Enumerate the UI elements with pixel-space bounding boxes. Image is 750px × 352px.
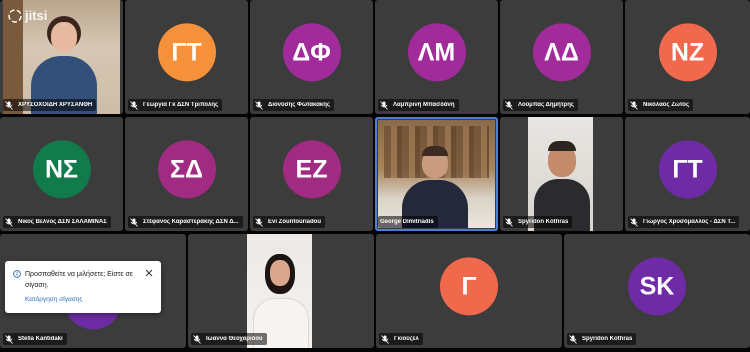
avatar: ΕΖ <box>282 140 341 199</box>
name-label: ΧΡΥΣΟΧΟΪΔΗ ΧΡΥΣΑΝΘΗ <box>3 99 97 111</box>
name-label: Λαμπρινή Μπασδάνη <box>378 99 459 111</box>
avatar: ΛΜ <box>407 23 466 82</box>
participant-tile[interactable]: ΓΤ Γεωργια Γκ ΔΣΝ Τριπολης <box>125 0 248 114</box>
avatar: ΓΤ <box>157 23 216 82</box>
mic-muted-icon <box>130 100 138 110</box>
mic-muted-icon <box>505 217 513 227</box>
unmute-link[interactable]: Κατάργηση σίγασης <box>25 296 82 303</box>
info-icon <box>13 270 21 278</box>
mic-muted-icon <box>255 217 263 227</box>
name-label: Evi Zountouriadou <box>253 216 325 228</box>
name-label: Stella Kantidaki <box>3 333 67 345</box>
jitsi-logo-icon <box>8 8 22 23</box>
participant-tile[interactable]: ΕΖ Evi Zountouriadou <box>250 117 373 231</box>
mic-muted-icon <box>193 334 201 344</box>
participant-video <box>247 234 312 348</box>
participant-tile[interactable]: Ιωαννα Θεοχαριδου <box>188 234 374 348</box>
mic-muted-icon <box>130 217 138 227</box>
participant-tile[interactable]: ΛΜ Λαμπρινή Μπασδάνη <box>375 0 498 114</box>
avatar: ΓΤ <box>658 140 717 199</box>
avatar: ΣΔ <box>157 140 216 199</box>
participant-tile[interactable]: ΝΣ Νικος Βελνος ΔΣΝ ΣΑΛΑΜΙΝΑΣ <box>0 117 123 231</box>
name-label: Νικόλαος Ζώτος <box>628 99 694 111</box>
avatar: ΝΣ <box>32 140 91 199</box>
mic-muted-icon <box>5 217 13 227</box>
jitsi-logo: jitsi <box>8 8 47 23</box>
participant-video <box>378 120 495 228</box>
mic-muted-icon <box>630 217 638 227</box>
avatar: Γ <box>440 257 498 316</box>
name-label: Διονύσης Φωτακάκης <box>253 99 335 111</box>
name-label: Spyridon Kothras <box>503 216 573 228</box>
close-icon[interactable] <box>145 269 153 277</box>
name-label: Γεωργια Γκ ΔΣΝ Τριπολης <box>128 99 223 111</box>
name-label: Γκιούζελ <box>379 333 423 345</box>
name-label: Στέφανος Καραστεράκης ΔΣΝ Δ... <box>128 216 243 228</box>
name-label: Νικος Βελνος ΔΣΝ ΣΑΛΑΜΙΝΑΣ <box>3 216 111 228</box>
participant-tile[interactable]: SK Spyridon Kothras <box>564 234 750 348</box>
mic-muted-icon <box>380 100 388 110</box>
muted-notification: Προσπαθείτε να μιλήσετε; Είστε σε σίγαση… <box>5 261 161 313</box>
mic-muted-icon <box>381 334 389 344</box>
name-label: Γιώργος Χρυσόμαλλος - ΔΣΝ Τ... <box>628 216 740 228</box>
avatar: ΛΔ <box>532 23 591 82</box>
name-label: Spyridon Kothras <box>567 333 637 345</box>
participant-tile[interactable]: ΣΔ Στέφανος Καραστεράκης ΔΣΝ Δ... <box>125 117 248 231</box>
mic-muted-icon <box>569 334 577 344</box>
mic-muted-icon <box>505 100 513 110</box>
name-label: Ιωαννα Θεοχαριδου <box>191 333 267 345</box>
participant-tile[interactable]: Γ Γκιούζελ <box>376 234 562 348</box>
mic-muted-icon <box>5 100 13 110</box>
participant-tile[interactable]: ΓΤ Γιώργος Χρυσόμαλλος - ΔΣΝ Τ... <box>625 117 750 231</box>
name-label: George Dimitriadis <box>378 216 438 228</box>
participant-tile[interactable]: Spyridon Kothras <box>500 117 623 231</box>
logo-text: jitsi <box>25 8 48 23</box>
avatar: SK <box>628 257 686 316</box>
mic-muted-icon <box>255 100 263 110</box>
name-label: Λούμπας Δημήτρης <box>503 99 578 111</box>
participant-tile[interactable]: ΔΦ Διονύσης Φωτακάκης <box>250 0 373 114</box>
participant-tile-active-speaker[interactable]: George Dimitriadis <box>375 117 498 231</box>
participant-tile[interactable]: ΝΖ Νικόλαος Ζώτος <box>625 0 750 114</box>
avatar: ΝΖ <box>658 23 717 82</box>
mic-muted-icon <box>630 100 638 110</box>
mic-muted-icon <box>5 334 13 344</box>
participant-tile[interactable]: ΛΔ Λούμπας Δημήτρης <box>500 0 623 114</box>
avatar: ΔΦ <box>282 23 341 82</box>
notification-message: Προσπαθείτε να μιλήσετε; Είστε σε σίγαση… <box>25 271 133 289</box>
participant-video <box>528 117 593 231</box>
